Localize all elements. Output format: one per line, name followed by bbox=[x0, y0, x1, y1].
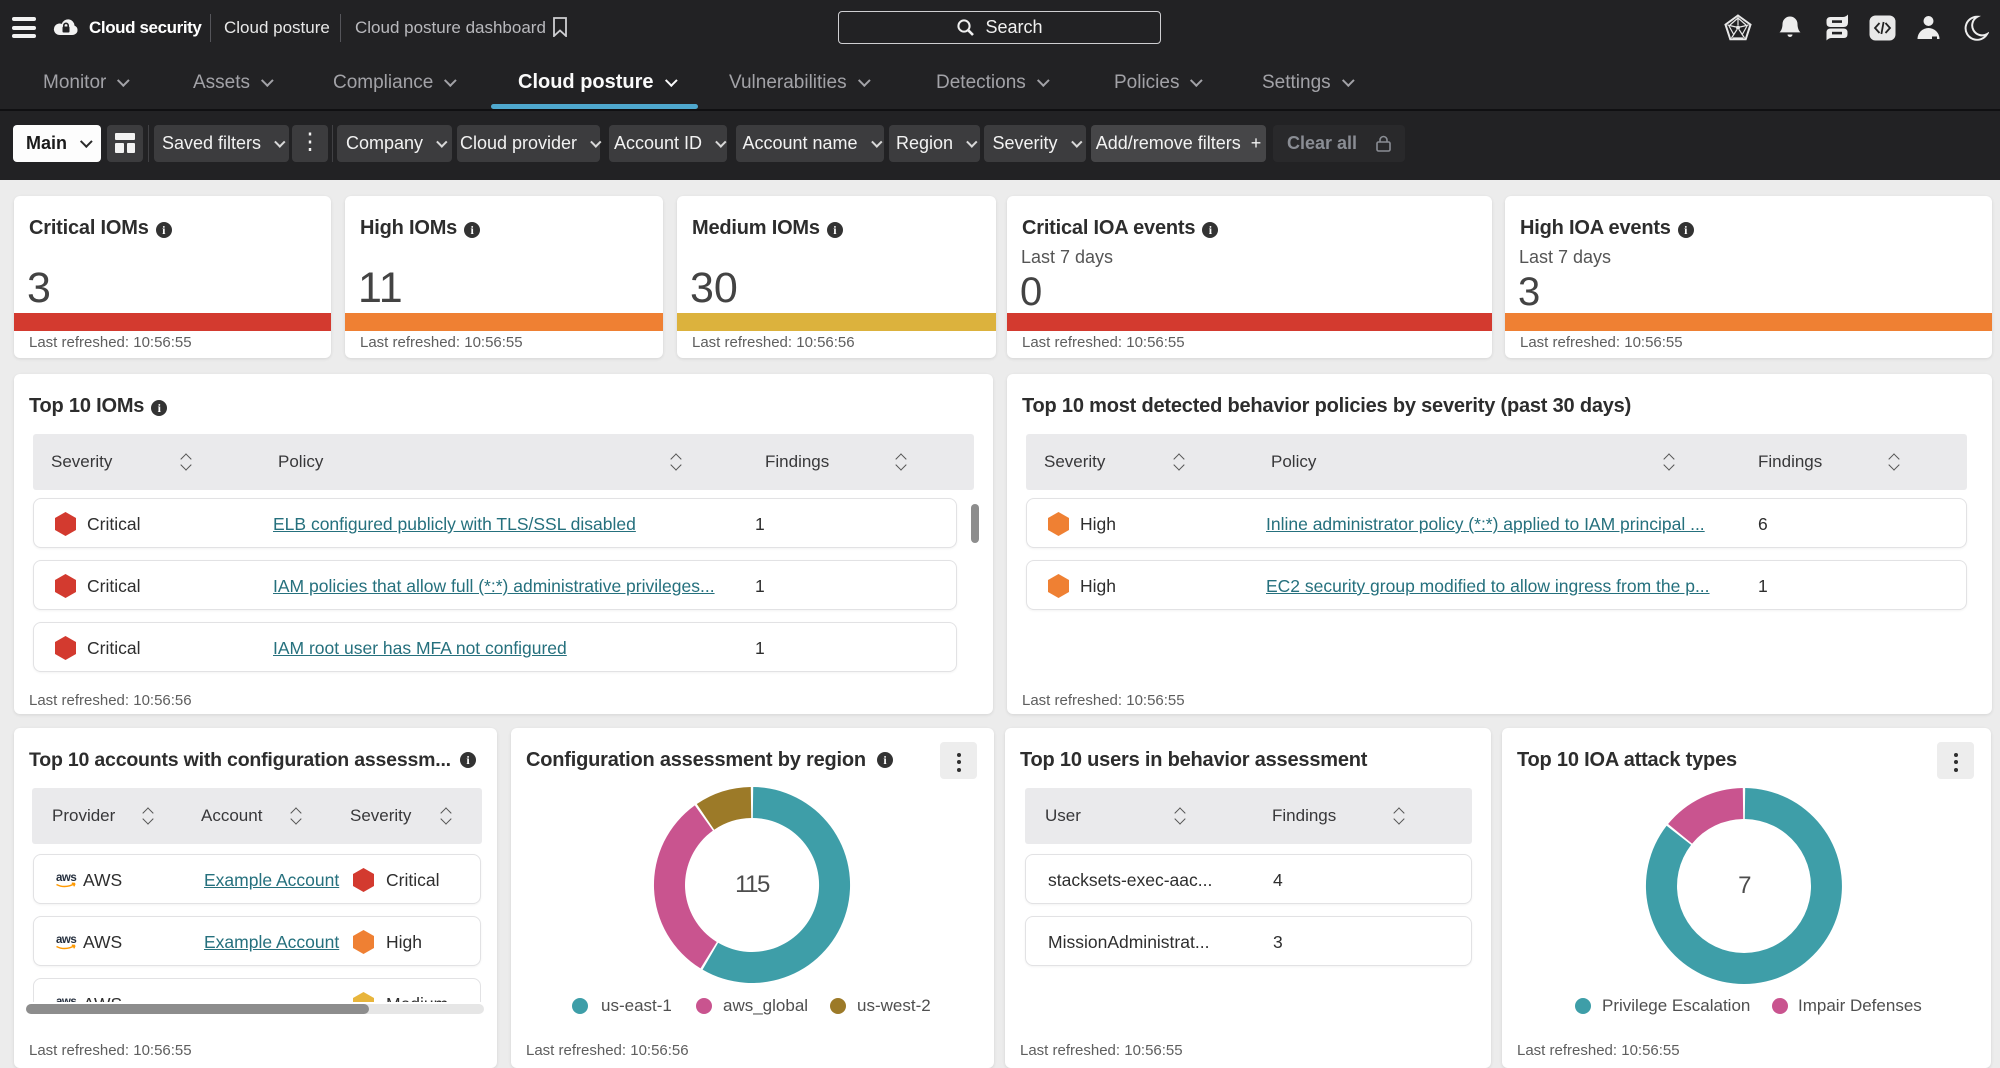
svg-text:aws: aws bbox=[56, 872, 76, 884]
svg-text:aws: aws bbox=[56, 996, 76, 1002]
svg-text:aws: aws bbox=[56, 934, 76, 946]
